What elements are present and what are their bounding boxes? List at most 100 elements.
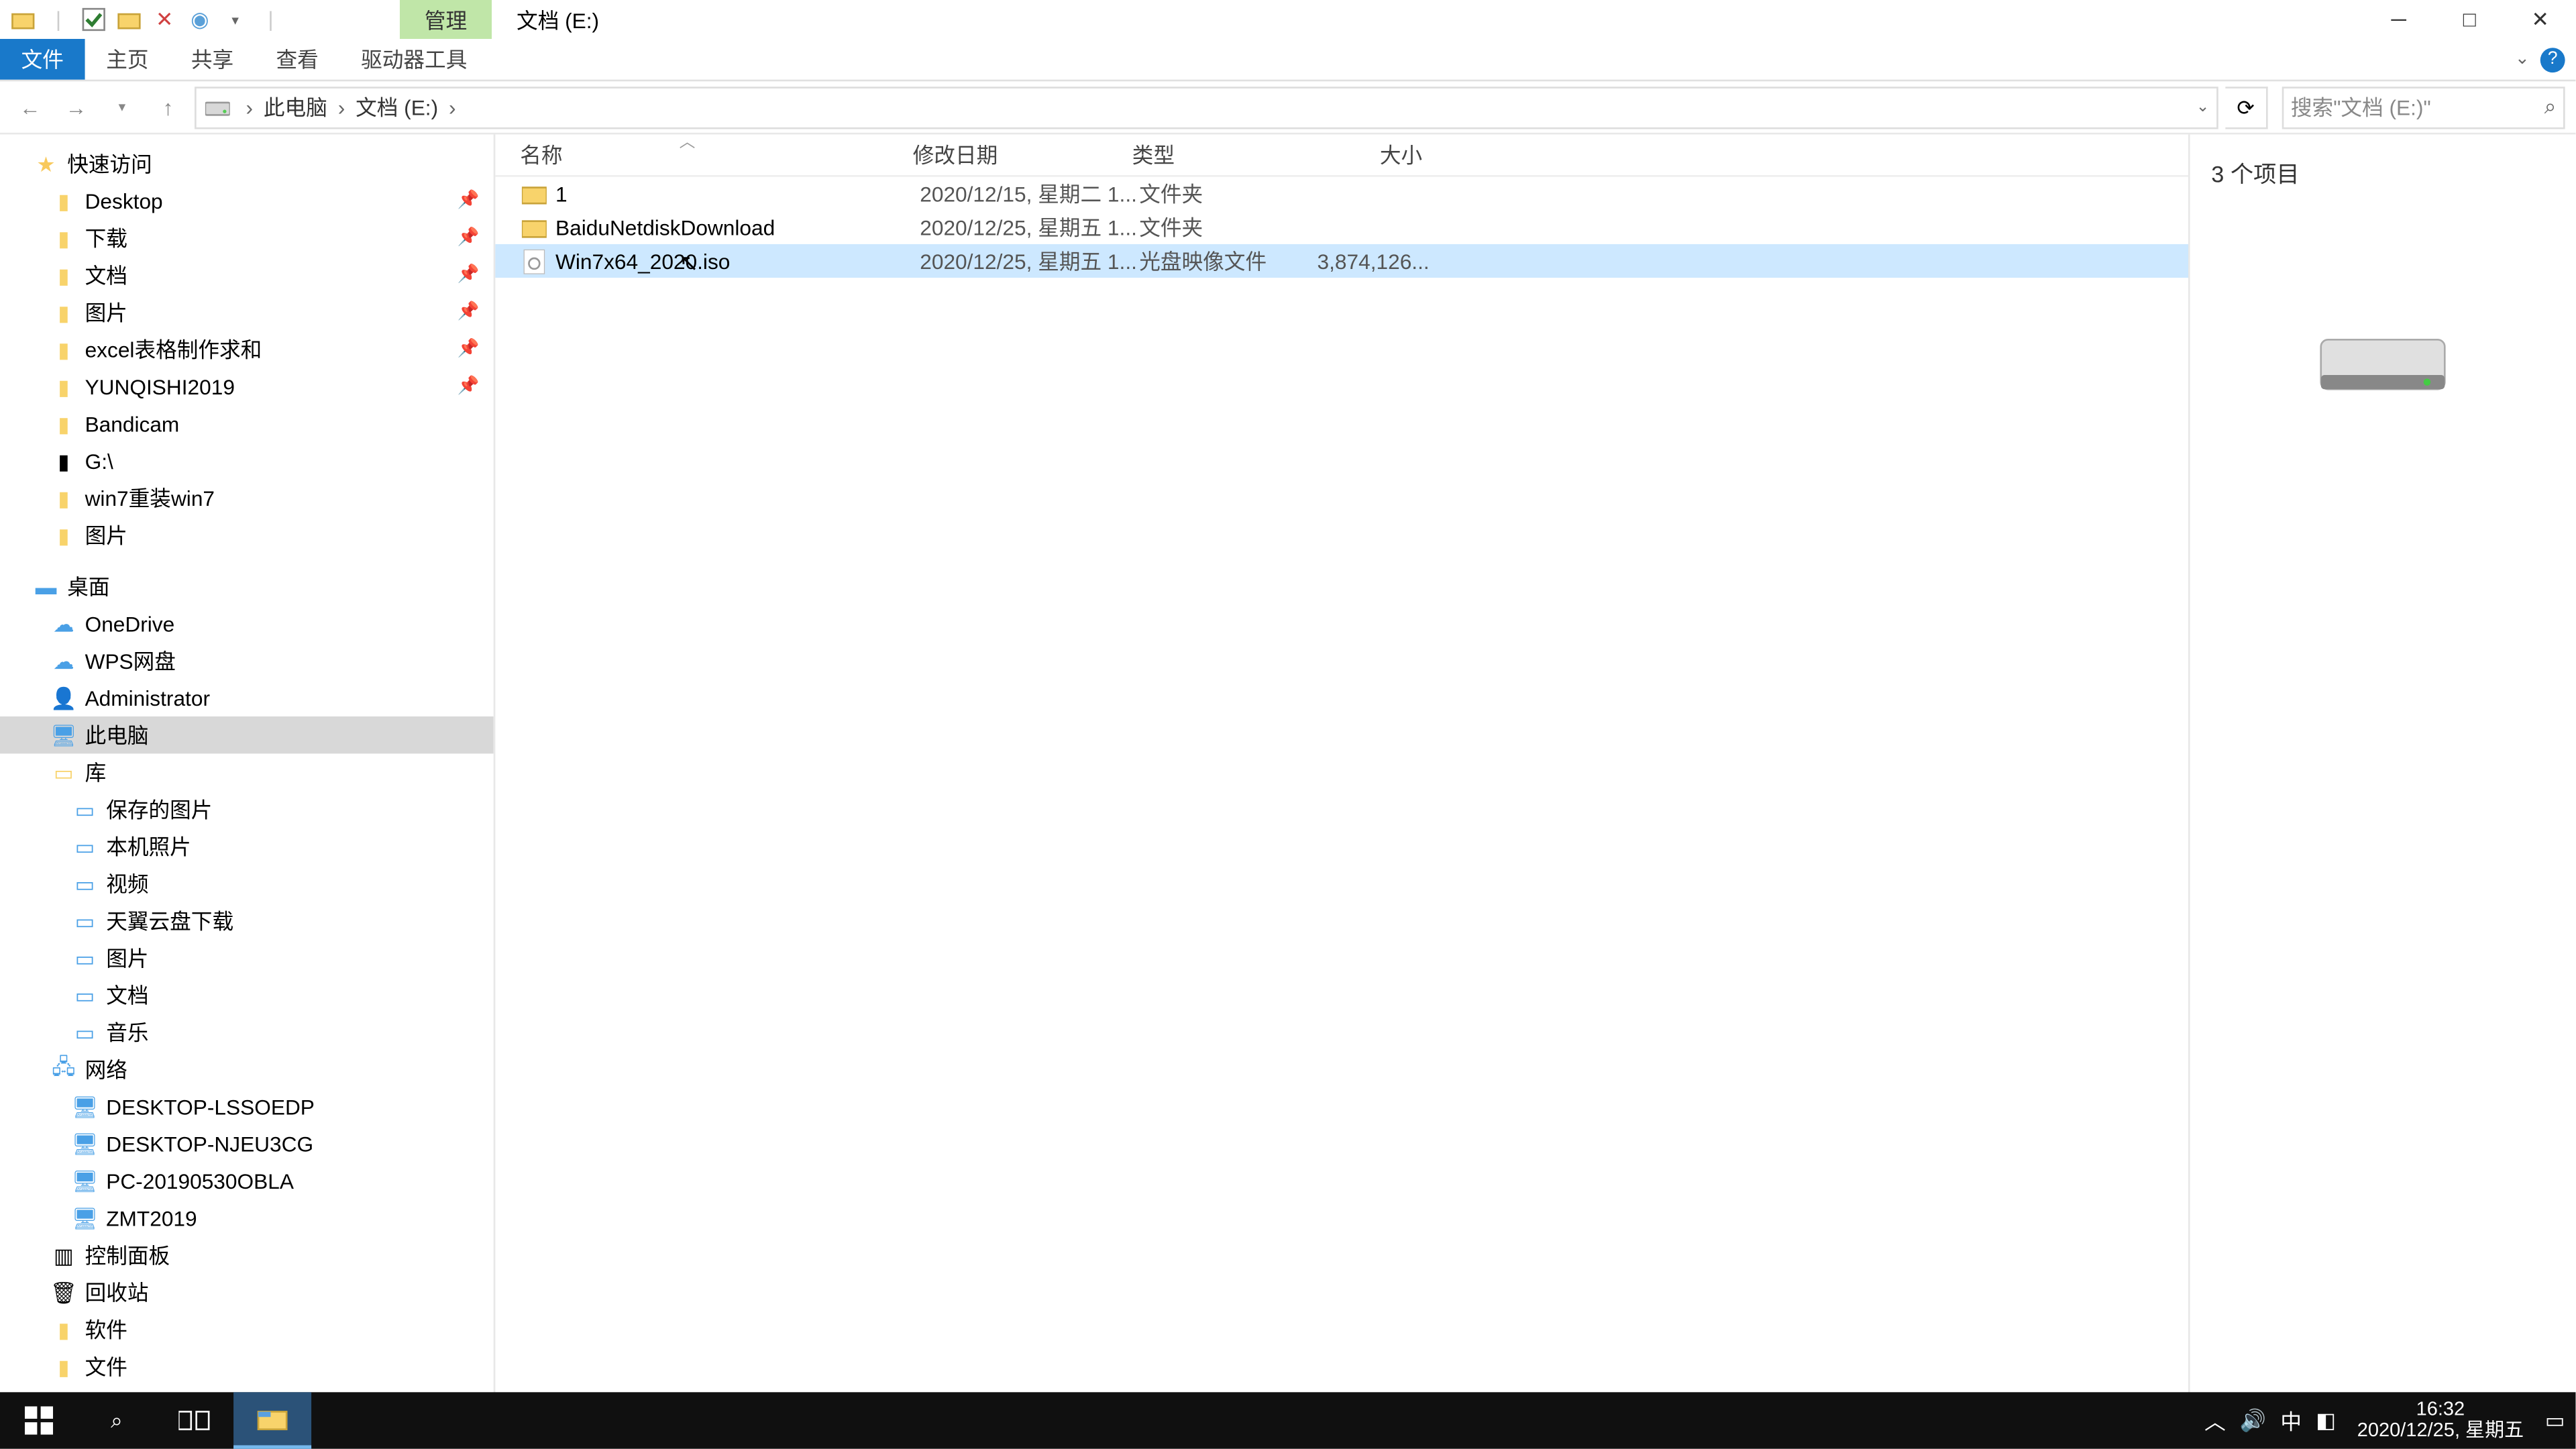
address-dropdown-icon[interactable]: ⌄: [2196, 97, 2210, 117]
file-list[interactable]: 名称︿ 修改日期 类型 大小 12020/12/15, 星期二 1...文件夹B…: [495, 134, 2190, 1404]
tree-desktop[interactable]: ▬桌面: [0, 568, 494, 604]
library-sub-icon: ▭: [70, 833, 99, 861]
ribbon-expand-icon[interactable]: ⌄: [2515, 50, 2530, 69]
taskbar-clock[interactable]: 16:32 2020/12/25, 星期五: [2350, 1399, 2530, 1442]
tree-item[interactable]: 🖥此电脑: [0, 716, 494, 753]
close-button[interactable]: ✕: [2505, 0, 2575, 39]
tree-quick-item[interactable]: ▮G:\: [0, 442, 494, 479]
tree-label: 快速访问: [67, 149, 152, 179]
star-icon: ★: [32, 150, 60, 178]
titlebar: | ✕ ◉ ▾ | 管理 文档 (E:) ─ □ ✕: [0, 0, 2575, 39]
folder-icon: ▮: [50, 409, 78, 437]
tree-library-item[interactable]: ▭图片: [0, 939, 494, 976]
qat-folder-icon[interactable]: [113, 3, 145, 35]
tree-network[interactable]: 🖧网络: [0, 1051, 494, 1087]
breadcrumb-sep-icon[interactable]: ›: [239, 95, 260, 119]
nav-up-button[interactable]: ↑: [149, 88, 188, 127]
help-icon[interactable]: ?: [2540, 47, 2565, 72]
nav-back-button[interactable]: ←: [11, 88, 50, 127]
action-center-icon[interactable]: ▭: [2545, 1408, 2565, 1433]
ribbon-tab-file[interactable]: 文件: [0, 39, 85, 80]
ribbon-tab-share[interactable]: 共享: [170, 39, 255, 80]
tree-quick-item[interactable]: ▮YUNQISHI2019📌: [0, 368, 494, 405]
file-row[interactable]: BaiduNetdiskDownload2020/12/25, 星期五 1...…: [495, 211, 2188, 244]
file-row[interactable]: 12020/12/15, 星期二 1...文件夹: [495, 177, 2188, 211]
tree-label: 保存的图片: [106, 794, 212, 824]
tree-label: 图片: [106, 943, 148, 973]
folder-icon: ▮: [50, 224, 78, 252]
navigation-tree[interactable]: ★快速访问 ▮Desktop📌▮下载📌▮文档📌▮图片📌▮excel表格制作求和📌…: [0, 134, 495, 1404]
tree-library-item[interactable]: ▭保存的图片: [0, 791, 494, 828]
qat-dropdown-icon[interactable]: ▾: [219, 3, 251, 35]
task-view-button[interactable]: [156, 1392, 233, 1448]
tree-label: ZMT2019: [106, 1205, 197, 1230]
tray-app-icon[interactable]: ◧: [2316, 1408, 2336, 1433]
refresh-button[interactable]: ⟳: [2225, 86, 2267, 128]
breadcrumb-drive[interactable]: 文档 (E:): [352, 92, 442, 122]
tree-library-item[interactable]: ▭音乐: [0, 1014, 494, 1051]
tree-item[interactable]: 👤Administrator: [0, 680, 494, 716]
tree-quick-item[interactable]: ▮图片📌: [0, 294, 494, 331]
tree-item[interactable]: ▭库: [0, 753, 494, 790]
breadcrumb-sep-icon[interactable]: ›: [331, 95, 352, 119]
tree-network-item[interactable]: 🖥DESKTOP-NJEU3CG: [0, 1125, 494, 1162]
nav-recent-dropdown[interactable]: ▾: [103, 88, 142, 127]
ribbon: 文件 主页 共享 查看 驱动器工具 ⌄ ?: [0, 39, 2575, 81]
column-header-type[interactable]: 类型: [1132, 140, 1309, 170]
tree-quick-item[interactable]: ▮excel表格制作求和📌: [0, 331, 494, 368]
ime-indicator[interactable]: 中: [2280, 1405, 2302, 1436]
column-header-name[interactable]: 名称︿: [520, 140, 912, 170]
tree-library-item[interactable]: ▭天翼云盘下载: [0, 902, 494, 939]
minimize-button[interactable]: ─: [2363, 0, 2434, 39]
tree-quick-item[interactable]: ▮文档📌: [0, 256, 494, 293]
tree-item[interactable]: ☁OneDrive: [0, 605, 494, 642]
tree-control-panel[interactable]: ▥控制面板: [0, 1236, 494, 1273]
tree-network-item[interactable]: 🖥DESKTOP-LSSOEDP: [0, 1088, 494, 1125]
tree-files[interactable]: ▮文件: [0, 1348, 494, 1385]
tree-quick-access[interactable]: ★快速访问: [0, 145, 494, 182]
start-button[interactable]: [0, 1392, 78, 1448]
tree-library-item[interactable]: ▭文档: [0, 977, 494, 1014]
search-icon[interactable]: ⌕: [2544, 94, 2557, 121]
tree-network-item[interactable]: 🖥PC-20190530OBLA: [0, 1163, 494, 1199]
tree-quick-item[interactable]: ▮Bandicam: [0, 405, 494, 442]
tree-library-item[interactable]: ▭视频: [0, 865, 494, 902]
maximize-button[interactable]: □: [2434, 0, 2505, 39]
tree-quick-item[interactable]: ▮图片: [0, 517, 494, 553]
tray-overflow-icon[interactable]: ︿: [2204, 1405, 2226, 1436]
tree-network-item[interactable]: 🖥ZMT2019: [0, 1199, 494, 1236]
pin-icon: 📌: [458, 339, 480, 359]
breadcrumb-sep-icon[interactable]: ›: [441, 95, 463, 119]
tree-label: 文件: [85, 1352, 127, 1382]
file-row[interactable]: Win7x64_2020.iso2020/12/25, 星期五 1...光盘映像…: [495, 244, 2188, 278]
search-input[interactable]: 搜索"文档 (E:)" ⌕: [2282, 86, 2565, 128]
column-header-size[interactable]: 大小: [1309, 140, 1433, 170]
tree-software[interactable]: ▮软件: [0, 1311, 494, 1348]
qat-delete-icon[interactable]: ✕: [149, 3, 180, 35]
breadcrumb-pc[interactable]: 此电脑: [260, 92, 331, 122]
address-bar[interactable]: › 此电脑 › 文档 (E:) › ⌄: [195, 86, 2218, 128]
tree-label: PC-20190530OBLA: [106, 1169, 294, 1193]
volume-icon[interactable]: 🔊: [2240, 1408, 2266, 1433]
tree-recycle[interactable]: 🗑回收站: [0, 1274, 494, 1311]
tree-quick-item[interactable]: ▮Desktop📌: [0, 182, 494, 219]
tree-label: Administrator: [85, 686, 210, 710]
ribbon-tab-view[interactable]: 查看: [255, 39, 340, 80]
qat-properties-icon[interactable]: ◉: [184, 3, 215, 35]
ribbon-tab-drivetools[interactable]: 驱动器工具: [339, 39, 488, 80]
taskbar-search-button[interactable]: ⌕: [78, 1392, 156, 1448]
contextual-tab-manage[interactable]: 管理: [400, 0, 492, 39]
tree-label: DESKTOP-LSSOEDP: [106, 1094, 315, 1119]
tree-library-item[interactable]: ▭本机照片: [0, 828, 494, 865]
tree-item[interactable]: ☁WPS网盘: [0, 642, 494, 679]
ribbon-tab-home[interactable]: 主页: [85, 39, 170, 80]
tree-label: 文档: [106, 980, 148, 1010]
tree-quick-item[interactable]: ▮下载📌: [0, 219, 494, 256]
file-name: BaiduNetdiskDownload: [555, 215, 920, 239]
qat-checkbox-icon[interactable]: [78, 3, 109, 35]
nav-forward-button[interactable]: →: [56, 88, 95, 127]
details-pane: 3 个项目: [2190, 134, 2576, 1404]
tree-quick-item[interactable]: ▮win7重装win7: [0, 480, 494, 517]
column-header-date[interactable]: 修改日期: [913, 140, 1132, 170]
taskbar-explorer-button[interactable]: [233, 1392, 311, 1448]
